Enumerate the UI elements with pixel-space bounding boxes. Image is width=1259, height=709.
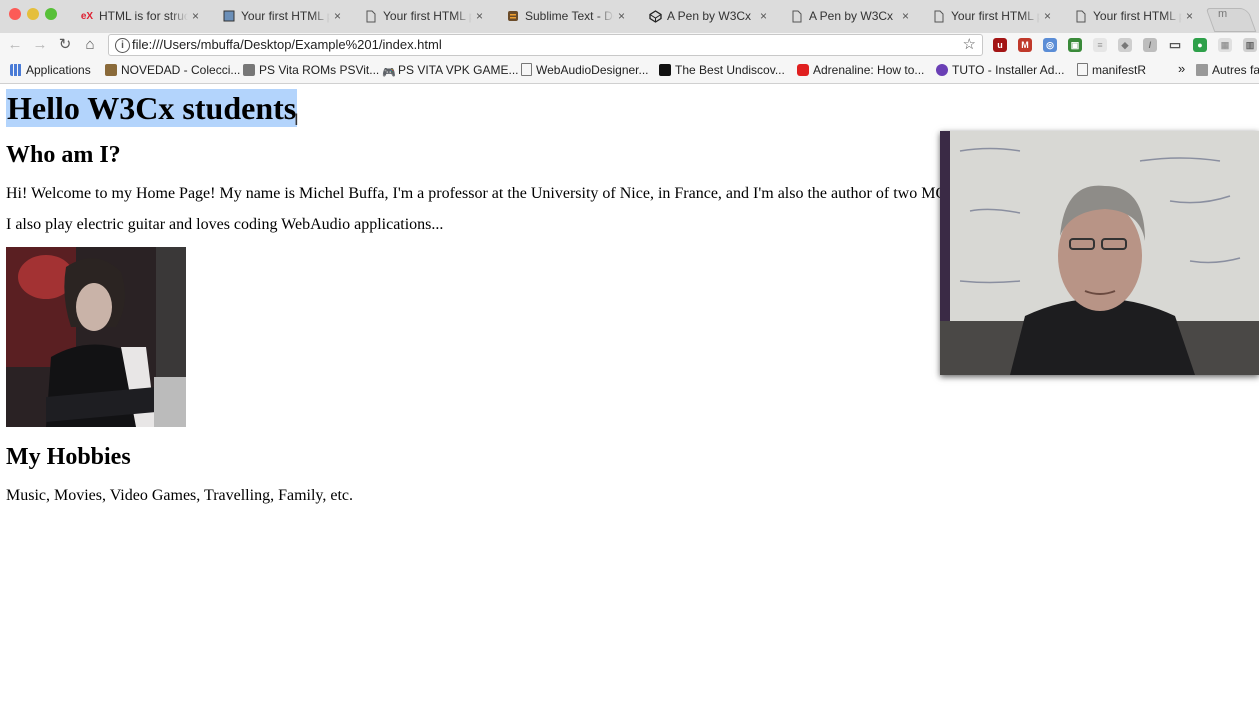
home-icon[interactable]: ⌂ xyxy=(80,35,100,55)
bookmark-favicon xyxy=(936,64,948,76)
mail-extension-icon[interactable]: M xyxy=(1018,38,1032,52)
tab-close-icon[interactable]: × xyxy=(192,4,199,29)
bookmark-novedad[interactable]: NOVEDAD - Colecci... xyxy=(105,63,240,77)
codepen-page-icon xyxy=(222,10,236,24)
bookmark-label: PS Vita ROMs PSVit... xyxy=(259,63,380,77)
forward-arrow-icon[interactable]: → xyxy=(30,35,50,55)
page-icon xyxy=(1074,10,1088,24)
folder-icon xyxy=(1196,64,1208,76)
back-arrow-icon[interactable]: ← xyxy=(5,35,25,55)
tab-1[interactable]: eX HTML is for struct × xyxy=(68,4,208,33)
bookmark-adrenaline[interactable]: Adrenaline: How to... xyxy=(797,63,924,77)
cast-icon[interactable]: ▭ xyxy=(1168,38,1182,52)
page-icon xyxy=(1077,63,1088,76)
tab-strip: eX HTML is for struct × Your first HTML … xyxy=(0,0,1259,34)
tab-label: HTML is for struct xyxy=(99,9,188,23)
bookmark-label: NOVEDAD - Colecci... xyxy=(121,63,241,77)
bookmark-tuto[interactable]: TUTO - Installer Ad... xyxy=(936,63,1064,77)
tab-label: Your first HTML p xyxy=(383,9,472,23)
bookmark-favicon xyxy=(243,64,255,76)
tab-6[interactable]: A Pen by W3Cx × xyxy=(778,4,918,33)
youtube-icon xyxy=(797,64,809,76)
window-close-button[interactable] xyxy=(9,8,21,20)
bookmark-label: manifestR xyxy=(1092,63,1147,77)
url-text: file:///Users/mbuffa/Desktop/Example%201… xyxy=(132,37,442,52)
bookmark-star-icon[interactable]: ☆ xyxy=(963,35,976,53)
page-heading: Hello W3Cx students xyxy=(6,89,298,127)
tab-5[interactable]: A Pen by W3Cx × xyxy=(636,4,776,33)
bookmark-other-folder[interactable]: Autres fa xyxy=(1196,63,1259,77)
bookmark-applications[interactable]: Applications xyxy=(10,63,91,77)
tab-label: Your first HTML p xyxy=(1093,9,1182,23)
tab-close-icon[interactable]: × xyxy=(760,4,767,29)
tab-close-icon[interactable]: × xyxy=(1186,4,1193,29)
tab-close-icon[interactable]: × xyxy=(334,4,341,29)
bookmark-webaudiodesigner[interactable]: WebAudioDesigner... xyxy=(521,63,649,77)
gamepad-icon: 🎮 xyxy=(382,67,396,79)
reload-icon[interactable]: ↻ xyxy=(55,35,75,55)
grid-extension-icon[interactable]: ▦ xyxy=(1218,38,1232,52)
text-cursor-icon: I xyxy=(294,110,299,129)
bookmark-manifestr[interactable]: manifestR xyxy=(1077,63,1146,77)
new-tab-button[interactable] xyxy=(1205,8,1257,32)
apps-grid-icon xyxy=(10,64,22,76)
tab-4[interactable]: Sublime Text - Do × xyxy=(494,4,634,33)
bookmark-favicon xyxy=(659,64,671,76)
menu-extension-icon[interactable]: ▥ xyxy=(1243,38,1257,52)
edx-icon: eX xyxy=(80,11,94,22)
tab-label: Your first HTML p xyxy=(951,9,1040,23)
tab-label: Sublime Text - Do xyxy=(525,9,614,23)
tab-close-icon[interactable]: × xyxy=(1044,4,1051,29)
info-icon[interactable]: i xyxy=(115,38,130,53)
window-minimize-button[interactable] xyxy=(27,8,39,20)
profile-label: m xyxy=(1218,8,1228,20)
tab-close-icon[interactable]: × xyxy=(476,4,483,29)
profile-photo xyxy=(6,247,186,427)
bookmark-favicon xyxy=(105,64,117,76)
window-maximize-button[interactable] xyxy=(45,8,57,20)
bookmark-label: WebAudioDesigner... xyxy=(536,63,649,77)
bookmark-label: PS VITA VPK GAME... xyxy=(398,63,519,77)
globe-extension-icon[interactable]: ◎ xyxy=(1043,38,1057,52)
page-icon xyxy=(932,10,946,24)
bookmark-label: TUTO - Installer Ad... xyxy=(952,63,1065,77)
webcam-video-overlay xyxy=(940,131,1259,375)
tab-label: Your first HTML p xyxy=(241,9,330,23)
tab-7[interactable]: Your first HTML p × xyxy=(920,4,1060,33)
bookmark-label: Applications xyxy=(26,63,91,77)
ublock-extension-icon[interactable]: u xyxy=(993,38,1007,52)
tab-2[interactable]: Your first HTML p × xyxy=(210,4,350,33)
page-icon xyxy=(364,10,378,24)
page-icon xyxy=(790,10,804,24)
tab-3[interactable]: Your first HTML p × xyxy=(352,4,492,33)
page-icon xyxy=(521,63,532,76)
tab-label: A Pen by W3Cx xyxy=(667,9,752,23)
bookmark-psvita-vpk[interactable]: 🎮 PS VITA VPK GAME... xyxy=(382,63,518,79)
tab-label: A Pen by W3Cx xyxy=(809,9,894,23)
bookmark-label: The Best Undiscov... xyxy=(675,63,785,77)
bookmark-psvita-roms[interactable]: PS Vita ROMs PSVit... xyxy=(243,63,379,77)
notes-extension-icon[interactable]: ≡ xyxy=(1093,38,1107,52)
bookmark-best-undiscovered[interactable]: The Best Undiscov... xyxy=(659,63,785,77)
cube-extension-icon[interactable]: ◆ xyxy=(1118,38,1132,52)
bookmark-label: Autres fa xyxy=(1212,63,1259,77)
intro-paragraph: Hi! Welcome to my Home Page! My name is … xyxy=(6,185,1067,202)
bookmark-label: Adrenaline: How to... xyxy=(813,63,925,77)
android-extension-icon[interactable]: ▣ xyxy=(1068,38,1082,52)
tool-extension-icon[interactable]: / xyxy=(1143,38,1157,52)
address-bar[interactable]: i file:///Users/mbuffa/Desktop/Example%2… xyxy=(108,34,983,56)
codepen-icon xyxy=(648,10,662,24)
tab-close-icon[interactable]: × xyxy=(618,4,625,29)
guitar-paragraph: I also play electric guitar and loves co… xyxy=(6,216,444,233)
address-toolbar: ← → ↻ ⌂ i file:///Users/mbuffa/Desktop/E… xyxy=(0,33,1259,59)
who-am-i-heading: Who am I? xyxy=(6,142,121,168)
bookmarks-bar: Applications NOVEDAD - Colecci... PS Vit… xyxy=(0,59,1259,84)
bookmarks-overflow-button[interactable]: » xyxy=(1178,61,1185,76)
green-extension-icon[interactable]: ● xyxy=(1193,38,1207,52)
hobbies-heading: My Hobbies xyxy=(6,444,131,470)
sublime-icon xyxy=(506,10,520,24)
hobbies-paragraph: Music, Movies, Video Games, Travelling, … xyxy=(6,487,354,504)
tab-8-active[interactable]: Your first HTML p × xyxy=(1062,4,1202,33)
tab-close-icon[interactable]: × xyxy=(902,4,909,29)
